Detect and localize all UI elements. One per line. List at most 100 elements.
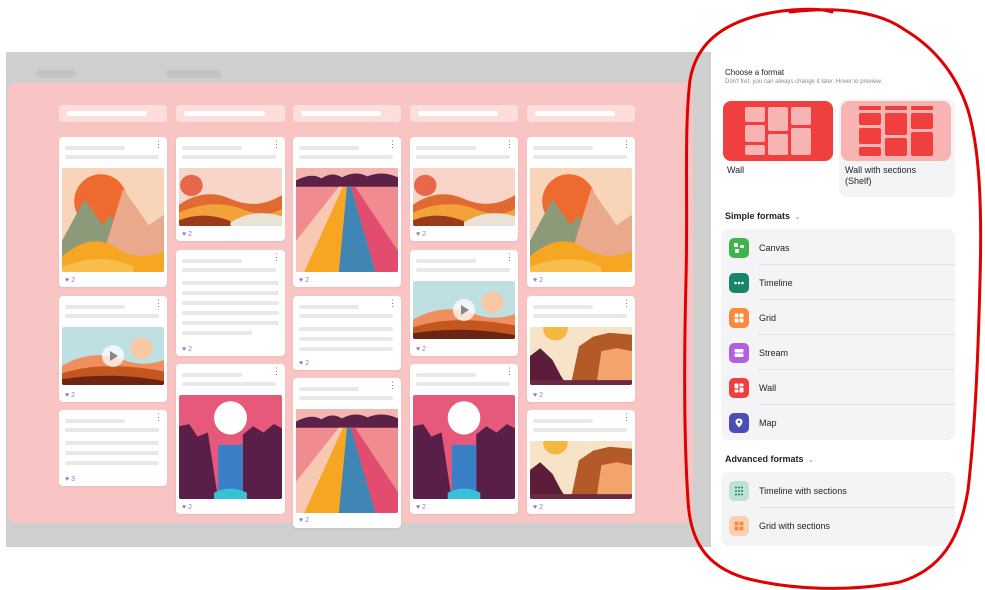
more-options-icon[interactable]: ⋮ [622,413,631,422]
like-count[interactable]: ♥ 2 [182,504,192,511]
blurred-header-item [36,70,76,78]
like-count[interactable]: ♥ 3 [65,476,75,483]
post-card[interactable]: ⋮ ♥ 2 [59,296,167,402]
more-options-icon[interactable]: ⋮ [154,413,163,422]
like-count[interactable]: ♥ 2 [533,504,543,511]
post-card[interactable]: ⋮ ♥ 2 [410,250,518,356]
placeholder-line [416,382,510,386]
format-item-grid-with-sections[interactable]: Grid with sections [721,509,955,543]
format-item-canvas[interactable]: Canvas [721,231,955,265]
format-item-label: Timeline [759,278,793,288]
placeholder-line [65,451,159,455]
section-heading-text: Advanced formats [725,454,804,464]
canvas-icon [729,238,749,258]
post-card[interactable]: ⋮ ♥ 2 [59,137,167,287]
more-options-icon[interactable]: ⋮ [272,253,281,262]
like-count[interactable]: ♥ 2 [299,360,309,367]
more-options-icon[interactable]: ⋮ [388,381,397,390]
more-options-icon[interactable]: ⋮ [154,140,163,149]
post-card[interactable]: ⋮ ♥ 2 [527,137,635,287]
more-options-icon[interactable]: ⋮ [622,140,631,149]
like-count[interactable]: ♥ 2 [416,504,426,511]
canyon-illustration [530,327,632,385]
more-options-icon[interactable]: ⋮ [622,299,631,308]
timeline-icon [729,273,749,293]
format-item-timeline-with-sections[interactable]: Timeline with sections [721,474,955,508]
format-item-stream[interactable]: Stream [721,336,955,370]
format-item-timeline[interactable]: Timeline [721,266,955,300]
post-card[interactable]: ⋮ ♥ 2 [176,250,285,356]
post-card[interactable]: ⋮ ♥ 2 [293,296,401,370]
like-count-value: 2 [422,346,427,353]
format-item-wall[interactable]: Wall [721,371,955,405]
like-count[interactable]: ♥ 2 [533,392,543,399]
placeholder-line [299,327,393,331]
format-option-wall[interactable]: Wall [721,99,837,197]
post-card[interactable]: ⋮ ♥ 3 [59,410,167,486]
like-count-value: 2 [539,277,544,284]
canyon-illustration [530,441,632,499]
like-count[interactable]: ♥ 2 [182,346,192,353]
dunes-illustration [179,168,282,226]
like-count[interactable]: ♥ 2 [65,392,75,399]
placeholder-line [299,314,393,318]
blurred-header-item [166,70,221,78]
placeholder-line [182,331,252,335]
like-count-value: 2 [422,231,427,238]
format-option-shelf[interactable]: Wall with sections (Shelf) [839,99,955,197]
format-item-label: Grid [759,313,777,323]
format-item-grid[interactable]: Grid [721,301,955,335]
grid-sections-icon [729,516,749,536]
grid-icon [729,308,749,328]
post-card[interactable]: ⋮ ♥ 2 [176,137,285,241]
more-options-icon[interactable]: ⋮ [505,253,514,262]
like-count-value: 2 [305,517,310,524]
column-header [59,105,167,122]
placeholder-line [182,259,242,263]
like-count-value: 2 [305,360,310,367]
wall-thumbnail-icon [723,101,833,161]
post-card[interactable]: ⋮ ♥ 2 [527,410,635,514]
column-header [410,105,518,122]
like-count[interactable]: ♥ 2 [416,346,426,353]
post-card[interactable]: ⋮ ♥ 2 [410,364,518,514]
more-options-icon[interactable]: ⋮ [505,367,514,376]
more-options-icon[interactable]: ⋮ [272,367,281,376]
simple-formats-heading[interactable]: Simple formats ⌄ [725,211,801,221]
placeholder-line [416,155,510,159]
chevron-down-icon: ⌄ [794,212,801,221]
post-card[interactable]: ⋮ ♥ 2 [527,296,635,402]
play-icon[interactable] [453,299,475,321]
placeholder-line [65,461,159,465]
like-count[interactable]: ♥ 2 [182,231,192,238]
like-count-value: 2 [188,504,193,511]
column-header [527,105,635,122]
video-thumbnail[interactable] [62,327,164,385]
format-item-map[interactable]: Map [721,406,955,440]
like-count[interactable]: ♥ 2 [533,277,543,284]
more-options-icon[interactable]: ⋮ [154,299,163,308]
more-options-icon[interactable]: ⋮ [388,299,397,308]
more-options-icon[interactable]: ⋮ [388,140,397,149]
post-card[interactable]: ⋮ ♥ 2 [293,137,401,287]
divider [759,299,955,300]
placeholder-line [533,314,627,318]
video-thumbnail[interactable] [413,281,515,339]
post-card[interactable]: ⋮ ♥ 2 [293,378,401,528]
more-options-icon[interactable]: ⋮ [505,140,514,149]
like-count[interactable]: ♥ 2 [299,517,309,524]
road-illustration [296,168,398,272]
play-icon[interactable] [102,345,124,367]
like-count[interactable]: ♥ 2 [65,277,75,284]
stream-icon [729,343,749,363]
post-card[interactable]: ⋮ ♥ 2 [410,137,518,241]
like-count[interactable]: ♥ 2 [299,277,309,284]
more-options-icon[interactable]: ⋮ [272,140,281,149]
placeholder-line [65,155,159,159]
advanced-formats-heading[interactable]: Advanced formats ⌄ [725,454,814,464]
like-count[interactable]: ♥ 2 [416,231,426,238]
desert-illustration [62,168,164,272]
post-card[interactable]: ⋮ ♥ 2 [176,364,285,514]
placeholder-line [65,314,159,318]
placeholder-line [299,396,393,400]
